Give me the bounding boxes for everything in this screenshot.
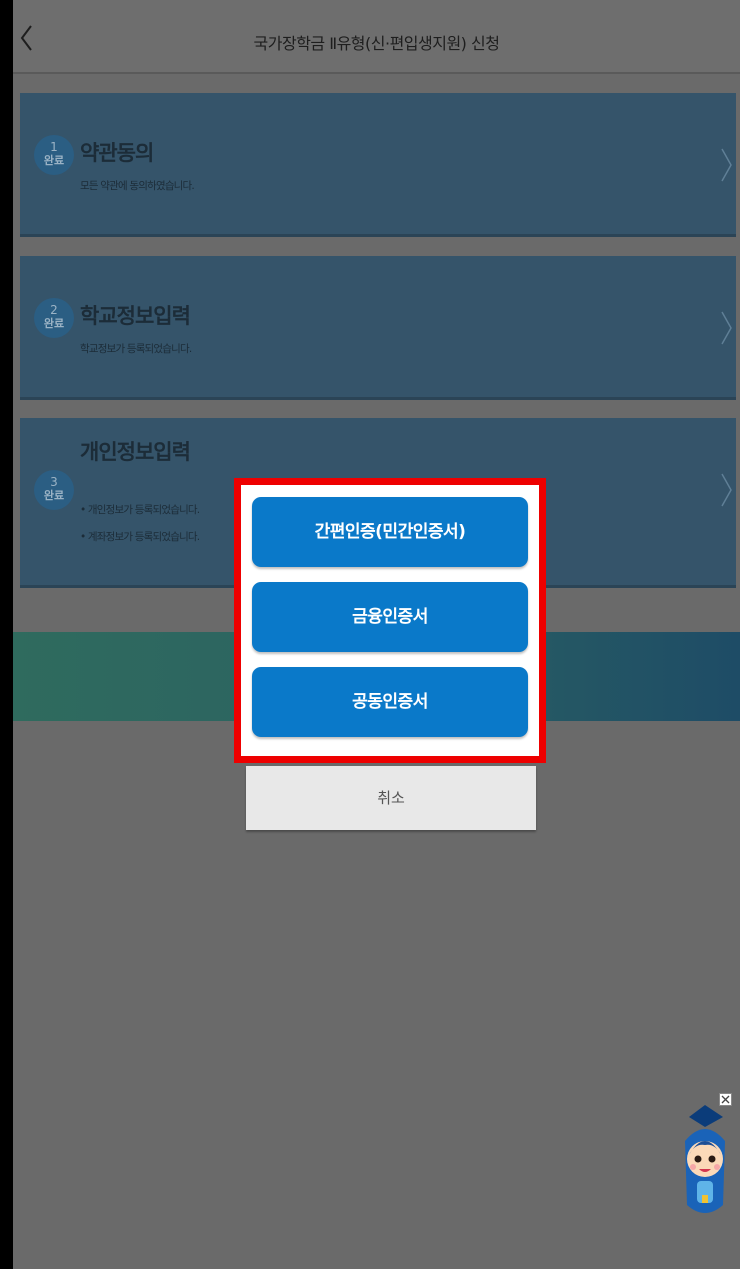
mascot-chatbot-button[interactable] xyxy=(679,1097,731,1223)
step-title: 개인정보입력 xyxy=(80,440,191,464)
step-status: 완료 xyxy=(43,317,65,330)
joint-cert-button[interactable]: 공동인증서 xyxy=(252,667,528,737)
step-desc: • 계좌정보가 등록되었습니다. xyxy=(80,531,200,543)
financial-cert-button[interactable]: 금융인증서 xyxy=(252,582,528,652)
step-title: 학교정보입력 xyxy=(80,304,191,328)
step-number: 1 xyxy=(50,140,58,154)
header: 국가장학금 Ⅱ유형(신·편입생지원) 신청 xyxy=(13,0,740,74)
simple-auth-button[interactable]: 간편인증(민간인증서) xyxy=(252,497,528,567)
step-card-school-info[interactable]: 2 완료 학교정보입력 학교정보가 등록되었습니다. xyxy=(20,256,736,400)
step-number: 3 xyxy=(50,475,58,489)
chevron-right-icon xyxy=(721,311,732,345)
app-screen: 국가장학금 Ⅱ유형(신·편입생지원) 신청 1 완료 약관동의 모든 약관에 동… xyxy=(13,0,740,1269)
mascot-character-icon xyxy=(685,1105,725,1213)
step-badge: 1 완료 xyxy=(34,135,74,175)
step-badge: 2 완료 xyxy=(34,298,74,338)
close-mascot-button[interactable] xyxy=(719,1091,732,1106)
step-title: 약관동의 xyxy=(80,141,154,165)
step-desc: • 개인정보가 등록되었습니다. xyxy=(80,504,200,516)
chevron-right-icon xyxy=(721,473,732,507)
step-card-terms[interactable]: 1 완료 약관동의 모든 약관에 동의하였습니다. xyxy=(20,93,736,237)
page-title: 국가장학금 Ⅱ유형(신·편입생지원) 신청 xyxy=(253,34,500,53)
chevron-right-icon xyxy=(721,148,732,182)
step-status: 완료 xyxy=(43,489,65,502)
cert-select-dialog: 간편인증(민간인증서) 금융인증서 공동인증서 xyxy=(234,478,546,763)
close-icon xyxy=(719,1093,732,1106)
step-status: 완료 xyxy=(43,154,65,167)
step-desc: 모든 약관에 동의하였습니다. xyxy=(80,180,195,192)
cancel-button[interactable]: 취소 xyxy=(246,766,536,830)
step-number: 2 xyxy=(50,303,58,317)
step-desc: 학교정보가 등록되었습니다. xyxy=(80,343,192,355)
step-badge: 3 완료 xyxy=(34,470,74,510)
